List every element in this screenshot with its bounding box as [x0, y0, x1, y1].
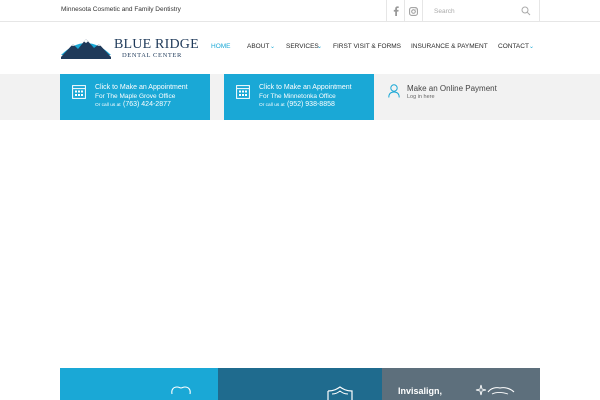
facebook-icon[interactable]	[386, 0, 404, 22]
online-payment-link[interactable]: Make an Online Payment Log in here	[384, 74, 540, 120]
chevron-down-icon[interactable]: ⌄	[529, 43, 534, 50]
calendar-icon	[72, 85, 86, 99]
shield-icon	[327, 386, 353, 400]
feature-title: Invisalign,	[398, 386, 443, 396]
payment-subtitle: Log in here	[407, 94, 435, 100]
calendar-icon	[236, 85, 250, 99]
cta-phone[interactable]: (763) 424-2877	[123, 101, 171, 108]
top-bar: Minnesota Cosmetic and Family Dentistry	[0, 0, 600, 22]
cta-title: Click to Make an Appointment	[95, 84, 188, 91]
nav-about[interactable]: ABOUT	[247, 43, 269, 50]
search-box	[422, 0, 540, 22]
nav-home[interactable]: HOME	[211, 43, 231, 50]
tooth-icon	[171, 386, 191, 395]
logo-subtitle: DENTAL CENTER	[122, 52, 182, 59]
search-input[interactable]	[434, 6, 524, 16]
hero-slider	[0, 120, 600, 368]
cta-office: For The Maple Grove Office	[95, 93, 176, 100]
chevron-down-icon[interactable]: ⌄	[270, 43, 275, 50]
appointment-minnetonka-button[interactable]: Click to Make an Appointment For The Min…	[224, 74, 374, 120]
cta-call-prefix: Or call us at	[95, 103, 121, 108]
tagline: Minnesota Cosmetic and Family Dentistry	[61, 6, 181, 13]
cta-office: For The Minnetonka Office	[259, 93, 336, 100]
chevron-down-icon[interactable]: ⌄	[317, 43, 322, 50]
nav-contact[interactable]: CONTACT	[498, 43, 529, 50]
feature-box[interactable]	[218, 368, 382, 400]
nav-services[interactable]: SERVICES	[286, 43, 319, 50]
search-icon[interactable]	[521, 6, 531, 16]
user-icon	[388, 84, 400, 98]
site-header: BLUE RIDGE DENTAL CENTER HOME ABOUT ⌄ SE…	[0, 22, 600, 74]
logo-title: BLUE RIDGE	[114, 37, 199, 52]
mountain-logo-icon	[61, 39, 111, 59]
appointment-maple-grove-button[interactable]: Click to Make an Appointment For The Map…	[60, 74, 210, 120]
sparkle-tooth-icon	[475, 384, 515, 396]
nav-insurance-payment[interactable]: INSURANCE & PAYMENT	[411, 43, 488, 50]
instagram-icon[interactable]	[404, 0, 422, 22]
cta-phone[interactable]: (952) 938-8858	[287, 101, 335, 108]
logo[interactable]: BLUE RIDGE DENTAL CENTER	[60, 33, 199, 63]
cta-title: Click to Make an Appointment	[259, 84, 352, 91]
nav-first-visit-forms[interactable]: FIRST VISIT & FORMS	[333, 43, 401, 50]
payment-title: Make an Online Payment	[407, 84, 497, 93]
cta-call-prefix: Or call us at	[259, 103, 285, 108]
feature-box[interactable]: Invisalign,	[382, 368, 540, 400]
feature-box[interactable]	[60, 368, 218, 400]
